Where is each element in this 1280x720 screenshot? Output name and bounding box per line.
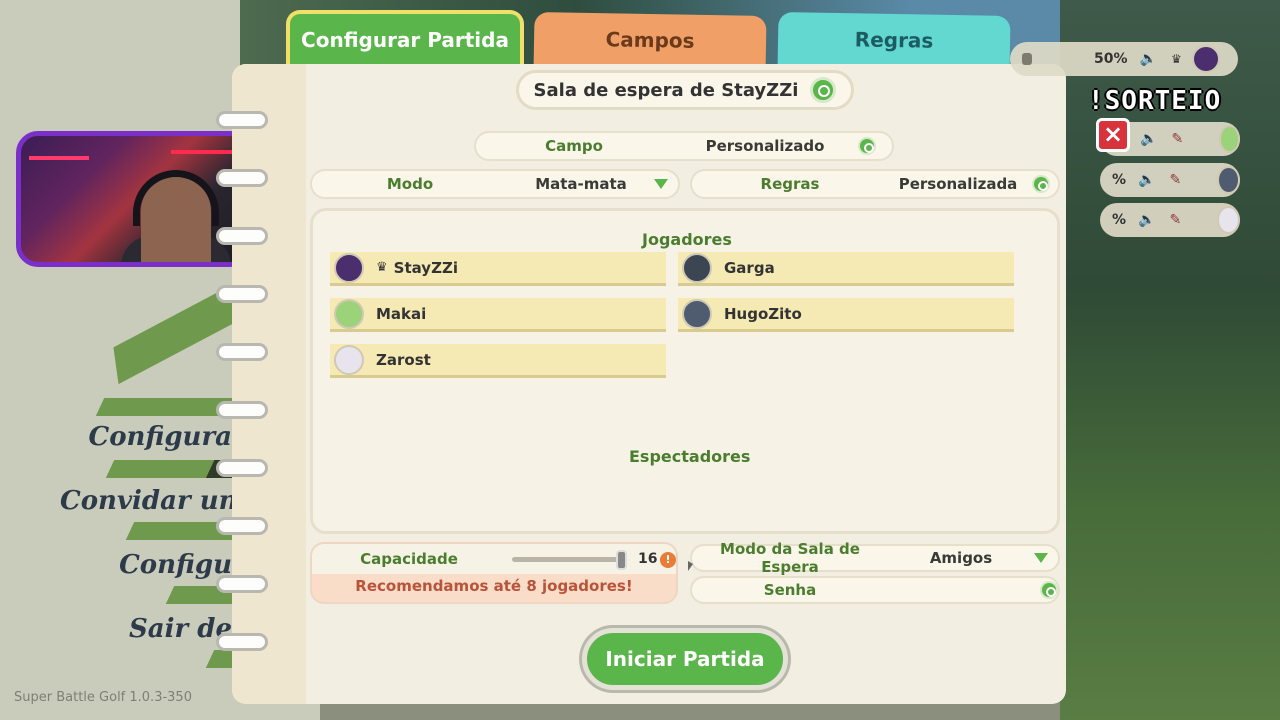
player-slot[interactable]: Zarost	[330, 344, 666, 378]
player-name: StayZZi	[393, 258, 458, 277]
notebook-ring	[216, 633, 268, 651]
capacity-label: Capacidade	[360, 550, 458, 568]
hud-row-player: % 🔈 ✎	[1100, 203, 1240, 237]
tab-configure-match[interactable]: Configurar Partida	[286, 10, 524, 70]
field-label: Campo	[545, 137, 603, 155]
crown-icon: ♛	[1170, 52, 1182, 66]
notebook-margin	[232, 64, 306, 704]
lobby-title-text: Sala de espera de StayZZi	[533, 79, 799, 101]
avatar	[334, 298, 364, 329]
menu-item-invite[interactable]: Convidar un	[60, 486, 232, 516]
notebook-ring	[216, 111, 268, 129]
speaker-icon[interactable]: 🔈	[1140, 51, 1157, 67]
sorteio-overlay-text: !SORTEIO	[1088, 86, 1222, 116]
rules-value: Personalizada	[898, 175, 1018, 193]
row-percent: %	[1112, 212, 1127, 228]
avatar	[1217, 166, 1240, 194]
lobby-mode-label: Modo da Sala de Espera	[720, 540, 860, 576]
slider-handle-icon[interactable]	[1022, 53, 1032, 65]
edit-icon[interactable]	[1040, 581, 1058, 599]
menu-item-exit[interactable]: Sair de	[60, 614, 232, 644]
capacity-value: 16	[638, 551, 658, 567]
avatar	[1219, 125, 1240, 153]
mute-icon[interactable]: ✎	[1171, 131, 1183, 147]
version-label: Super Battle Golf 1.0.3-350	[14, 690, 192, 705]
hud-row-player: % 🔈 ✎	[1100, 163, 1240, 197]
rules-label: Regras	[760, 175, 820, 193]
notebook-ring	[216, 343, 268, 361]
background-stripe	[105, 460, 215, 478]
player-slot[interactable]: Makai	[330, 298, 666, 332]
mute-icon[interactable]: ✎	[1169, 172, 1181, 188]
mouse-cursor	[688, 561, 693, 571]
webcam-neon-light	[29, 156, 89, 160]
field-value: Personalizado	[705, 137, 825, 155]
capacity-warning: Recomendamos até 8 jogadores!	[355, 577, 633, 595]
player-slot[interactable]: ♛ StayZZi	[330, 252, 666, 286]
start-match-button[interactable]: Iniciar Partida	[582, 628, 788, 690]
mode-setting[interactable]: Modo Mata-mata	[310, 169, 680, 199]
close-icon[interactable]: ×	[1096, 118, 1130, 152]
webcam-headset	[133, 170, 219, 226]
capacity-setting: Capacidade 16 ! Recomendamos até 8 jogad…	[310, 542, 678, 604]
crown-icon: ♛	[376, 260, 388, 275]
speaker-icon[interactable]: 🔈	[1138, 172, 1155, 188]
speaker-icon[interactable]: 🔈	[1138, 212, 1155, 228]
mute-icon[interactable]: ✎	[1169, 212, 1181, 228]
avatar	[1217, 206, 1240, 234]
notebook-ring	[216, 401, 268, 419]
lobby-title: Sala de espera de StayZZi	[516, 70, 854, 110]
webcam-overlay	[16, 131, 252, 267]
webcam-neon-light	[171, 150, 241, 154]
edit-icon[interactable]	[858, 137, 876, 155]
speaker-icon[interactable]: 🔈	[1140, 131, 1157, 147]
capacity-slider-track[interactable]	[512, 557, 624, 562]
player-name: Makai	[376, 304, 427, 323]
warning-icon: !	[660, 552, 676, 568]
notebook-ring	[216, 575, 268, 593]
spectators-title: Espectadores	[629, 447, 751, 466]
avatar	[1191, 45, 1220, 73]
avatar	[334, 252, 364, 283]
player-slot[interactable]: Garga	[678, 252, 1014, 286]
password-label: Senha	[763, 581, 817, 599]
mode-label: Modo	[386, 175, 434, 193]
edit-icon[interactable]	[1032, 175, 1050, 193]
player-name: Zarost	[376, 350, 431, 369]
rules-setting[interactable]: Regras Personalizada	[690, 169, 1060, 199]
password-setting[interactable]: Senha	[690, 576, 1060, 604]
mode-value: Mata-mata	[535, 175, 627, 193]
notebook-ring	[216, 169, 268, 187]
menu-item-settings[interactable]: Configu	[60, 550, 232, 580]
lobby-mode-value: Amigos	[929, 549, 993, 567]
players-title: Jogadores	[642, 230, 732, 249]
notebook-ring	[216, 517, 268, 535]
player-name: Garga	[724, 258, 775, 277]
lobby-mode-setting[interactable]: Modo da Sala de Espera Amigos	[690, 540, 1060, 576]
chevron-down-icon[interactable]	[654, 179, 668, 189]
volume-percent: 50%	[1094, 51, 1128, 67]
notebook-ring	[216, 285, 268, 303]
avatar	[682, 252, 712, 283]
row-percent: %	[1112, 172, 1127, 188]
chevron-down-icon[interactable]	[1034, 553, 1048, 563]
avatar	[682, 298, 712, 329]
hud-row-host: 50% 🔈 ♛	[1010, 42, 1238, 76]
check-icon[interactable]	[810, 77, 837, 103]
menu-item-configure[interactable]: Configura	[60, 422, 232, 452]
notebook-ring	[216, 459, 268, 477]
notebook-ring	[216, 227, 268, 245]
field-setting[interactable]: Campo Personalizado	[474, 131, 894, 161]
avatar	[334, 344, 364, 375]
player-name: HugoZito	[724, 304, 802, 323]
capacity-slider-handle[interactable]	[615, 550, 627, 570]
player-slot[interactable]: HugoZito	[678, 298, 1014, 332]
